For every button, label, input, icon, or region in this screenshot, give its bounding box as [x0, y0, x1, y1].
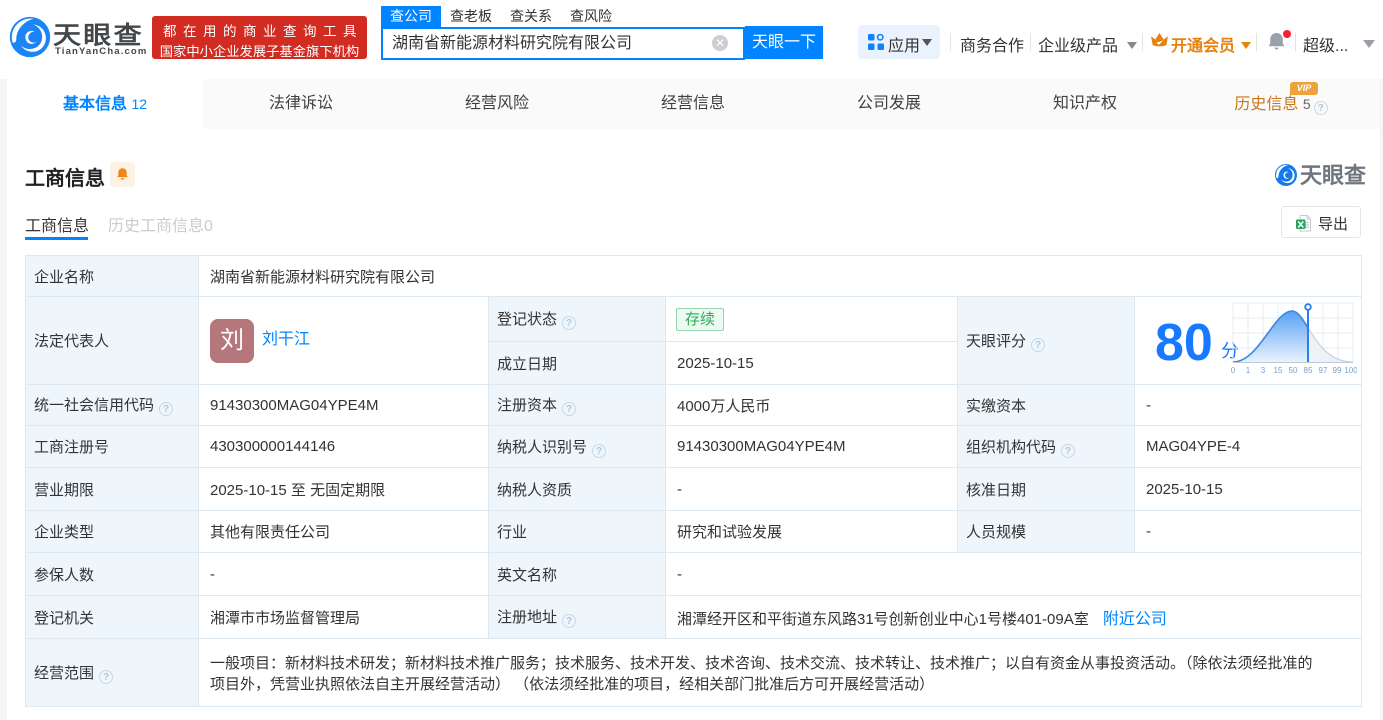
svg-text:天眼查: 天眼查 — [1300, 163, 1366, 187]
svg-text:50: 50 — [1289, 366, 1298, 375]
svg-text:15: 15 — [1274, 366, 1283, 375]
svg-text:85: 85 — [1304, 366, 1313, 375]
svg-text:3: 3 — [1261, 366, 1266, 375]
svg-text:97: 97 — [1319, 366, 1328, 375]
svg-text:0: 0 — [1231, 366, 1236, 375]
svg-text:1: 1 — [1246, 366, 1251, 375]
svg-text:100: 100 — [1344, 366, 1357, 375]
svg-text:99: 99 — [1333, 366, 1342, 375]
